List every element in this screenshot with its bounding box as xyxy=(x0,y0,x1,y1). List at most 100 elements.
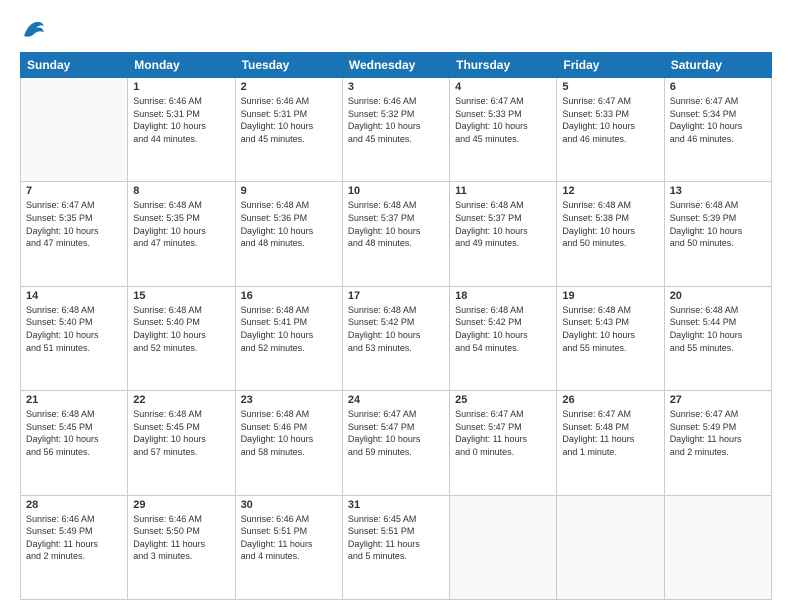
calendar-cell: 2 Sunrise: 6:46 AM Sunset: 5:31 PM Daylig… xyxy=(235,78,342,182)
day-number: 20 xyxy=(670,290,766,302)
cell-info: Sunrise: 6:47 AM Sunset: 5:34 PM Dayligh… xyxy=(670,95,766,145)
calendar-cell: 30 Sunrise: 6:46 AM Sunset: 5:51 PM Dayli… xyxy=(235,495,342,599)
calendar-cell: 29Sunrise: 6:46 AM Sunset: 5:50 PM Dayli… xyxy=(128,495,235,599)
cell-info: Sunrise: 6:48 AM Sunset: 5:42 PM Dayligh… xyxy=(348,304,444,354)
calendar-cell: 27 Sunrise: 6:47 AM Sunset: 5:49 PM Dayli… xyxy=(664,391,771,495)
day-number: 19 xyxy=(562,290,658,302)
calendar-cell: 12 Sunrise: 6:48 AM Sunset: 5:38 PM Dayli… xyxy=(557,182,664,286)
calendar-cell: 1 Sunrise: 6:46 AM Sunset: 5:31 PM Daylig… xyxy=(128,78,235,182)
cell-info: Sunrise: 6:47 AM Sunset: 5:48 PM Dayligh… xyxy=(562,408,658,458)
week-row-1: 7Sunrise: 6:47 AM Sunset: 5:35 PM Daylig… xyxy=(21,182,772,286)
day-number: 29 xyxy=(133,499,229,511)
cell-info: Sunrise: 6:48 AM Sunset: 5:40 PM Dayligh… xyxy=(26,304,122,354)
week-row-4: 28Sunrise: 6:46 AM Sunset: 5:49 PM Dayli… xyxy=(21,495,772,599)
cell-info: Sunrise: 6:48 AM Sunset: 5:42 PM Dayligh… xyxy=(455,304,551,354)
day-number: 21 xyxy=(26,394,122,406)
cell-info: Sunrise: 6:48 AM Sunset: 5:37 PM Dayligh… xyxy=(348,199,444,249)
calendar-cell xyxy=(21,78,128,182)
calendar-cell: 25Sunrise: 6:47 AM Sunset: 5:47 PM Dayli… xyxy=(450,391,557,495)
cell-info: Sunrise: 6:48 AM Sunset: 5:45 PM Dayligh… xyxy=(26,408,122,458)
cell-info: Sunrise: 6:47 AM Sunset: 5:33 PM Dayligh… xyxy=(562,95,658,145)
page: SundayMondayTuesdayWednesdayThursdayFrid… xyxy=(0,0,792,612)
calendar-cell: 5 Sunrise: 6:47 AM Sunset: 5:33 PM Daylig… xyxy=(557,78,664,182)
day-number: 16 xyxy=(241,290,337,302)
calendar-cell: 11 Sunrise: 6:48 AM Sunset: 5:37 PM Dayli… xyxy=(450,182,557,286)
day-number: 31 xyxy=(348,499,444,511)
col-header-thursday: Thursday xyxy=(450,53,557,78)
day-number: 5 xyxy=(562,81,658,93)
calendar-cell: 7Sunrise: 6:47 AM Sunset: 5:35 PM Daylig… xyxy=(21,182,128,286)
day-number: 18 xyxy=(455,290,551,302)
cell-info: Sunrise: 6:47 AM Sunset: 5:35 PM Dayligh… xyxy=(26,199,122,249)
day-number: 9 xyxy=(241,185,337,197)
day-number: 25 xyxy=(455,394,551,406)
day-number: 12 xyxy=(562,185,658,197)
day-number: 2 xyxy=(241,81,337,93)
calendar-cell: 9 Sunrise: 6:48 AM Sunset: 5:36 PM Daylig… xyxy=(235,182,342,286)
day-number: 26 xyxy=(562,394,658,406)
col-header-wednesday: Wednesday xyxy=(342,53,449,78)
week-row-2: 14 Sunrise: 6:48 AM Sunset: 5:40 PM Dayli… xyxy=(21,286,772,390)
calendar-cell xyxy=(450,495,557,599)
calendar-cell: 23 Sunrise: 6:48 AM Sunset: 5:46 PM Dayli… xyxy=(235,391,342,495)
week-row-0: 1 Sunrise: 6:46 AM Sunset: 5:31 PM Daylig… xyxy=(21,78,772,182)
calendar-cell: 13 Sunrise: 6:48 AM Sunset: 5:39 PM Dayli… xyxy=(664,182,771,286)
cell-info: Sunrise: 6:46 AM Sunset: 5:31 PM Dayligh… xyxy=(133,95,229,145)
day-number: 23 xyxy=(241,394,337,406)
cell-info: Sunrise: 6:48 AM Sunset: 5:43 PM Dayligh… xyxy=(562,304,658,354)
cell-info: Sunrise: 6:48 AM Sunset: 5:38 PM Dayligh… xyxy=(562,199,658,249)
calendar-cell: 18 Sunrise: 6:48 AM Sunset: 5:42 PM Dayli… xyxy=(450,286,557,390)
cell-info: Sunrise: 6:48 AM Sunset: 5:46 PM Dayligh… xyxy=(241,408,337,458)
cell-info: Sunrise: 6:46 AM Sunset: 5:32 PM Dayligh… xyxy=(348,95,444,145)
cell-info: Sunrise: 6:48 AM Sunset: 5:39 PM Dayligh… xyxy=(670,199,766,249)
cell-info: Sunrise: 6:48 AM Sunset: 5:36 PM Dayligh… xyxy=(241,199,337,249)
day-number: 4 xyxy=(455,81,551,93)
col-header-sunday: Sunday xyxy=(21,53,128,78)
col-header-friday: Friday xyxy=(557,53,664,78)
calendar-cell: 8Sunrise: 6:48 AM Sunset: 5:35 PM Daylig… xyxy=(128,182,235,286)
day-number: 28 xyxy=(26,499,122,511)
calendar-cell: 31 Sunrise: 6:45 AM Sunset: 5:51 PM Dayli… xyxy=(342,495,449,599)
day-number: 17 xyxy=(348,290,444,302)
day-number: 1 xyxy=(133,81,229,93)
day-number: 15 xyxy=(133,290,229,302)
logo-bird-icon xyxy=(20,16,48,44)
cell-info: Sunrise: 6:48 AM Sunset: 5:41 PM Dayligh… xyxy=(241,304,337,354)
cell-info: Sunrise: 6:45 AM Sunset: 5:51 PM Dayligh… xyxy=(348,513,444,563)
day-number: 22 xyxy=(133,394,229,406)
day-number: 13 xyxy=(670,185,766,197)
calendar-cell: 10 Sunrise: 6:48 AM Sunset: 5:37 PM Dayli… xyxy=(342,182,449,286)
day-number: 27 xyxy=(670,394,766,406)
day-number: 11 xyxy=(455,185,551,197)
calendar-cell: 19 Sunrise: 6:48 AM Sunset: 5:43 PM Dayli… xyxy=(557,286,664,390)
calendar-cell: 24 Sunrise: 6:47 AM Sunset: 5:47 PM Dayli… xyxy=(342,391,449,495)
calendar-cell: 6 Sunrise: 6:47 AM Sunset: 5:34 PM Daylig… xyxy=(664,78,771,182)
calendar-cell: 15 Sunrise: 6:48 AM Sunset: 5:40 PM Dayli… xyxy=(128,286,235,390)
logo xyxy=(20,16,52,44)
cell-info: Sunrise: 6:48 AM Sunset: 5:35 PM Dayligh… xyxy=(133,199,229,249)
day-number: 10 xyxy=(348,185,444,197)
cell-info: Sunrise: 6:48 AM Sunset: 5:44 PM Dayligh… xyxy=(670,304,766,354)
calendar-cell: 26 Sunrise: 6:47 AM Sunset: 5:48 PM Dayli… xyxy=(557,391,664,495)
calendar-cell: 28Sunrise: 6:46 AM Sunset: 5:49 PM Dayli… xyxy=(21,495,128,599)
day-number: 24 xyxy=(348,394,444,406)
day-number: 6 xyxy=(670,81,766,93)
calendar-cell: 21 Sunrise: 6:48 AM Sunset: 5:45 PM Dayli… xyxy=(21,391,128,495)
cell-info: Sunrise: 6:48 AM Sunset: 5:45 PM Dayligh… xyxy=(133,408,229,458)
cell-info: Sunrise: 6:48 AM Sunset: 5:37 PM Dayligh… xyxy=(455,199,551,249)
cell-info: Sunrise: 6:46 AM Sunset: 5:31 PM Dayligh… xyxy=(241,95,337,145)
cell-info: Sunrise: 6:47 AM Sunset: 5:49 PM Dayligh… xyxy=(670,408,766,458)
cell-info: Sunrise: 6:48 AM Sunset: 5:40 PM Dayligh… xyxy=(133,304,229,354)
calendar-cell: 14 Sunrise: 6:48 AM Sunset: 5:40 PM Dayli… xyxy=(21,286,128,390)
cell-info: Sunrise: 6:47 AM Sunset: 5:47 PM Dayligh… xyxy=(348,408,444,458)
week-row-3: 21 Sunrise: 6:48 AM Sunset: 5:45 PM Dayli… xyxy=(21,391,772,495)
calendar-cell: 3Sunrise: 6:46 AM Sunset: 5:32 PM Daylig… xyxy=(342,78,449,182)
calendar-cell xyxy=(557,495,664,599)
cell-info: Sunrise: 6:46 AM Sunset: 5:51 PM Dayligh… xyxy=(241,513,337,563)
day-number: 30 xyxy=(241,499,337,511)
calendar-cell: 22 Sunrise: 6:48 AM Sunset: 5:45 PM Dayli… xyxy=(128,391,235,495)
calendar-table: SundayMondayTuesdayWednesdayThursdayFrid… xyxy=(20,52,772,600)
col-header-tuesday: Tuesday xyxy=(235,53,342,78)
calendar-cell xyxy=(664,495,771,599)
day-number: 14 xyxy=(26,290,122,302)
